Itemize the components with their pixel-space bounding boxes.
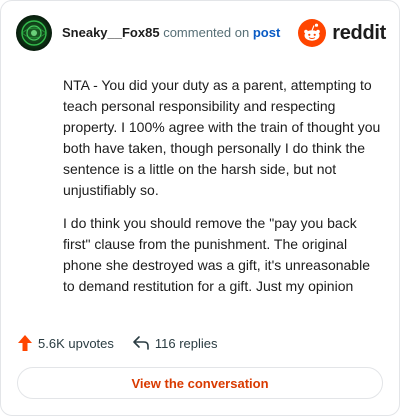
replies-button[interactable]: 116 replies [132,335,218,351]
upvote-button[interactable]: 5.6K upvotes [17,334,114,352]
upvote-count: 5.6K upvotes [38,335,114,351]
comment-paragraph: I do think you should remove the "pay yo… [63,215,370,294]
embedded-comment-card: Sneaky__Fox85 commented on post reddit N… [0,0,400,416]
username-link[interactable]: Sneaky__Fox85 [62,25,160,40]
comment-meta: Sneaky__Fox85 commented on post [62,25,280,41]
comment-paragraph: NTA - You did your duty as a parent, att… [63,77,381,198]
comment-header: Sneaky__Fox85 commented on post reddit [16,15,386,51]
reddit-brand[interactable]: reddit [298,19,386,47]
replies-count: 116 replies [154,335,218,351]
reddit-wordmark: reddit [332,21,386,44]
reddit-snoo-icon [298,19,327,47]
avatar-image-icon [21,20,47,46]
comment-body: NTA - You did your duty as a parent, att… [63,75,381,309]
reply-arrow-icon [133,336,149,350]
avatar[interactable] [16,15,52,51]
post-link[interactable]: post [253,25,280,40]
comment-actions: 5.6K upvotes 116 replies [17,331,218,355]
upvote-arrow-icon [18,335,32,351]
view-conversation-button[interactable]: View the conversation [17,367,383,399]
commented-on-text: commented on [163,25,250,40]
